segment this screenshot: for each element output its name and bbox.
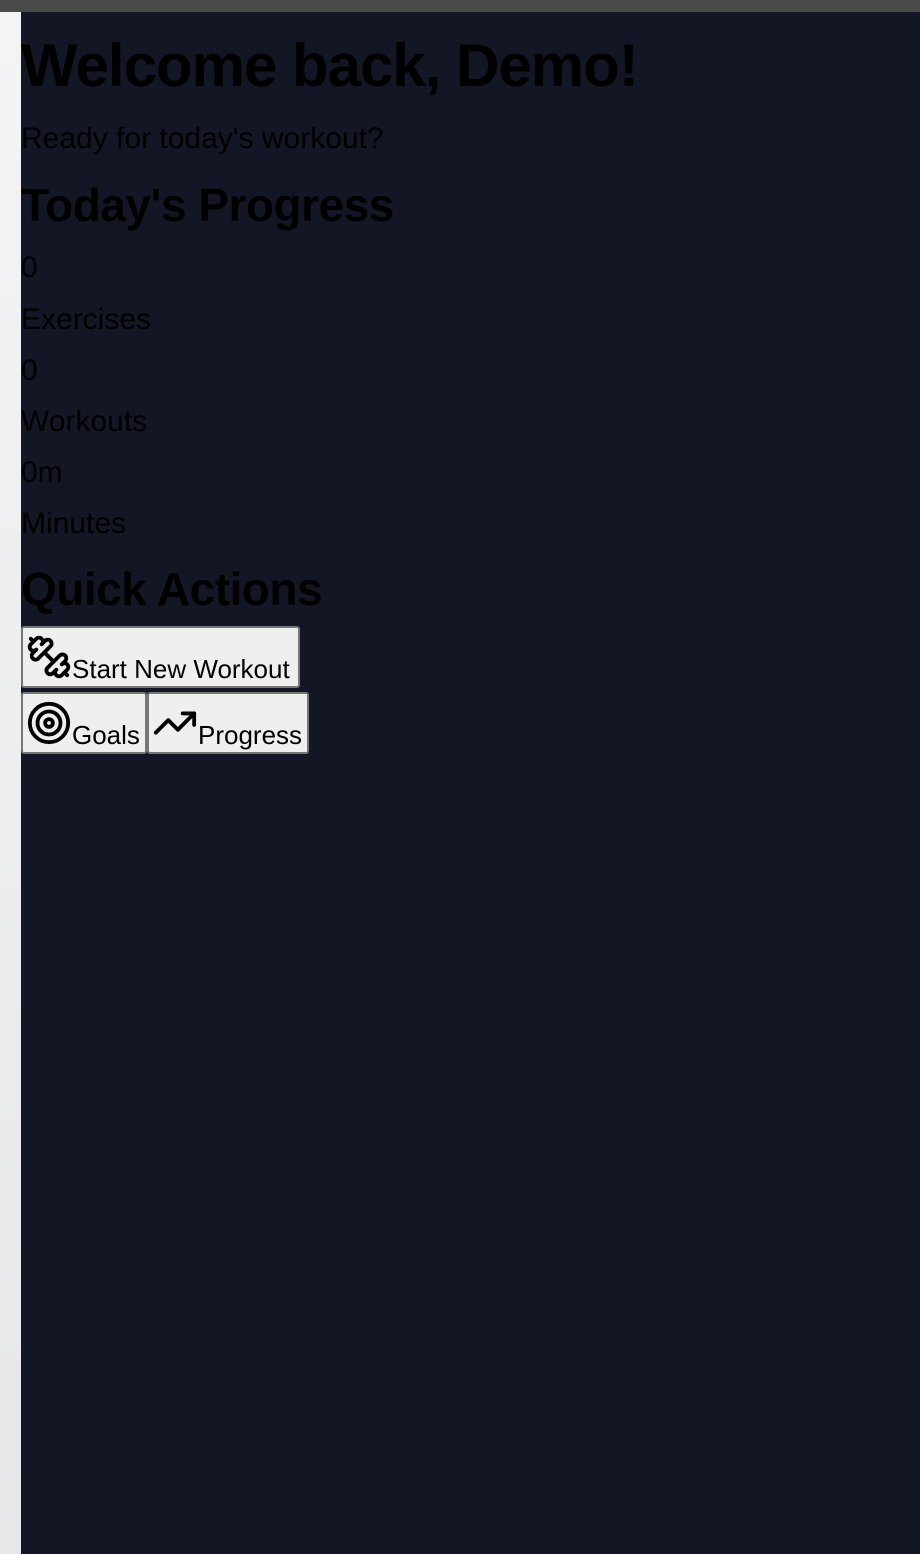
progress-label: Progress xyxy=(198,720,303,750)
browser-top-bar xyxy=(0,0,920,12)
dashboard-page: Welcome back, Demo! Ready for today's wo… xyxy=(21,12,920,1554)
dumbbell-icon xyxy=(26,634,72,680)
welcome-subtitle: Ready for today's workout? xyxy=(21,122,384,155)
progress-button[interactable]: Progress xyxy=(147,692,309,754)
target-icon xyxy=(26,700,72,746)
quick-actions-heading: Quick Actions xyxy=(21,563,323,615)
workouts-count: 0 xyxy=(21,354,38,387)
progress-heading: Today's Progress xyxy=(21,179,394,231)
exercises-label: Exercises xyxy=(21,303,152,336)
goals-button[interactable]: Goals xyxy=(21,692,147,754)
exercises-count: 0 xyxy=(21,251,38,284)
welcome-heading: Welcome back, Demo! xyxy=(21,32,639,99)
workouts-label: Workouts xyxy=(21,405,148,438)
start-new-workout-button[interactable]: Start New Workout xyxy=(21,626,300,688)
goals-label: Goals xyxy=(72,720,140,750)
start-new-workout-label: Start New Workout xyxy=(72,654,290,684)
minutes-count: 0m xyxy=(21,456,63,489)
trending-up-icon xyxy=(152,700,198,746)
minutes-label: Minutes xyxy=(21,507,127,540)
left-edge-strip xyxy=(0,12,21,1554)
